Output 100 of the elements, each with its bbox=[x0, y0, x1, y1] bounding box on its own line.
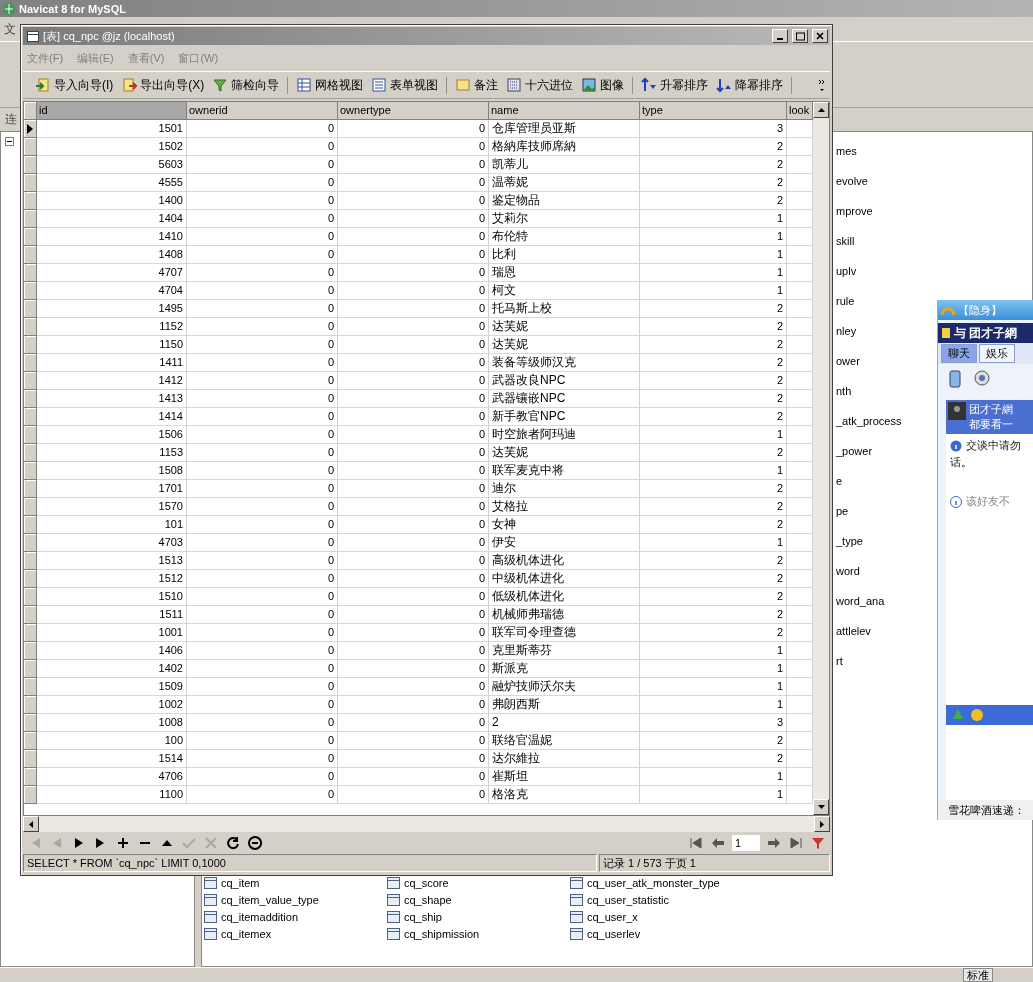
toolbar-button[interactable]: 筛检向导 bbox=[212, 76, 280, 94]
table-cell: 1 bbox=[640, 210, 787, 228]
navigation-button[interactable] bbox=[225, 835, 241, 851]
table-name[interactable]: mprove bbox=[836, 196, 873, 226]
table-name[interactable]: _type bbox=[836, 526, 863, 556]
table-cell bbox=[787, 606, 813, 624]
table-name[interactable]: skill bbox=[836, 226, 855, 256]
column-header[interactable]: name bbox=[489, 102, 640, 120]
vertical-scrollbar[interactable] bbox=[813, 102, 829, 815]
column-header[interactable]: id bbox=[37, 102, 187, 120]
scroll-down-button[interactable] bbox=[813, 799, 829, 815]
maximize-button[interactable] bbox=[792, 29, 808, 43]
navigation-button[interactable] bbox=[247, 835, 263, 851]
toolbar-button[interactable]: 备注 bbox=[455, 76, 499, 94]
column-header[interactable]: type bbox=[640, 102, 787, 120]
table-cell: 0 bbox=[338, 210, 489, 228]
table-cell: 1150 bbox=[37, 336, 187, 354]
table-cell: 0 bbox=[187, 282, 338, 300]
table-cell: 0 bbox=[338, 516, 489, 534]
table-name[interactable]: word_ana bbox=[836, 586, 885, 616]
table-cell bbox=[787, 480, 813, 498]
table-name[interactable]: e bbox=[836, 466, 843, 496]
toolbar-button[interactable]: 导入向导(I) bbox=[35, 76, 114, 94]
table-name[interactable]: cq_userlev bbox=[587, 927, 641, 940]
tab[interactable]: 连 bbox=[5, 111, 17, 128]
table-cell: 1400 bbox=[37, 192, 187, 210]
table-name[interactable]: _atk_process bbox=[836, 406, 902, 436]
page-input[interactable]: 1 bbox=[732, 835, 760, 851]
table-name[interactable]: uplv bbox=[836, 256, 857, 286]
table-cell: 1 bbox=[640, 264, 787, 282]
navigation-button[interactable] bbox=[115, 835, 131, 851]
taskbar-button[interactable]: 标准 bbox=[963, 968, 993, 982]
table-name[interactable]: word bbox=[836, 556, 860, 586]
table-name[interactable]: cq_itemex bbox=[221, 927, 272, 940]
column-header[interactable]: look bbox=[787, 102, 813, 120]
toolbar-button[interactable]: 导出向导(X) bbox=[121, 76, 205, 94]
table-name[interactable]: cq_item bbox=[221, 876, 260, 889]
table-cell: 0 bbox=[187, 624, 338, 642]
table-cell: 新手教官NPC bbox=[489, 408, 640, 426]
table-name[interactable]: pe bbox=[836, 496, 849, 526]
table-name[interactable]: cq_ship bbox=[404, 910, 442, 923]
table-name[interactable]: cq_itemaddition bbox=[221, 910, 299, 923]
table-name[interactable]: _power bbox=[836, 436, 873, 466]
table-cell: 0 bbox=[338, 588, 489, 606]
table-cell: 0 bbox=[187, 714, 338, 732]
table-cell: 低级机体进化 bbox=[489, 588, 640, 606]
table-cell: 0 bbox=[338, 120, 489, 138]
table-cell: 1512 bbox=[37, 570, 187, 588]
chat-tab[interactable]: 聊天 bbox=[941, 344, 977, 363]
table-name[interactable]: cq_shape bbox=[404, 893, 452, 906]
toolbar-button[interactable]: 降幂排序 bbox=[716, 76, 784, 94]
table-name[interactable]: cq_user_statistic bbox=[587, 893, 669, 906]
table-name[interactable]: mes bbox=[836, 136, 857, 166]
ad-text[interactable]: 雪花啤酒速递： bbox=[948, 802, 1025, 818]
horizontal-scrollbar[interactable] bbox=[23, 816, 830, 832]
table-name[interactable]: evolve bbox=[836, 166, 868, 196]
minimize-button[interactable] bbox=[772, 29, 788, 43]
table-name[interactable]: cq_shipmission bbox=[404, 927, 480, 940]
table-name[interactable]: cq_score bbox=[404, 876, 449, 889]
scroll-left-button[interactable] bbox=[23, 816, 39, 832]
column-header[interactable]: ownertype bbox=[338, 102, 489, 120]
scroll-right-button[interactable] bbox=[814, 816, 830, 832]
row-indicator[interactable] bbox=[24, 120, 37, 138]
table-cell: 2 bbox=[640, 480, 787, 498]
smiley-icon bbox=[970, 708, 984, 722]
first-page-button[interactable] bbox=[688, 835, 704, 851]
last-page-button[interactable] bbox=[788, 835, 804, 851]
toolbar-button[interactable]: 十六进位 bbox=[506, 76, 574, 94]
table-name[interactable]: cq_item_value_type bbox=[221, 893, 319, 906]
table-name[interactable]: rt bbox=[836, 646, 843, 676]
toolbar-button[interactable]: 表单视图 bbox=[371, 76, 439, 94]
toolbar-button[interactable]: 网格视图 bbox=[296, 76, 364, 94]
table-cell bbox=[787, 192, 813, 210]
scroll-up-button[interactable] bbox=[813, 102, 829, 118]
table-name[interactable]: cq_user_x bbox=[587, 910, 638, 923]
table-cell: 1510 bbox=[37, 588, 187, 606]
table-cell: 0 bbox=[187, 120, 338, 138]
table-cell: 0 bbox=[338, 372, 489, 390]
toolbar-button[interactable]: 升幂排序 bbox=[641, 76, 709, 94]
close-button[interactable] bbox=[812, 29, 828, 43]
table-name[interactable]: cq_user_atk_monster_type bbox=[587, 876, 720, 889]
table-cell: 0 bbox=[338, 192, 489, 210]
menu-item[interactable]: 文 bbox=[4, 20, 16, 38]
table-name[interactable]: attlelev bbox=[836, 616, 871, 646]
table-cell: 格納库技师席納 bbox=[489, 138, 640, 156]
table-name[interactable]: rule bbox=[836, 286, 855, 316]
column-header[interactable]: ownerid bbox=[187, 102, 338, 120]
chat-tab[interactable]: 娱乐 bbox=[979, 344, 1015, 363]
next-page-button[interactable] bbox=[766, 835, 782, 851]
table-cell bbox=[787, 300, 813, 318]
table-cell: 1701 bbox=[37, 480, 187, 498]
table-name[interactable]: nley bbox=[836, 316, 857, 346]
table-name[interactable]: ower bbox=[836, 346, 860, 376]
toolbar-button[interactable]: 图像 bbox=[581, 76, 625, 94]
table-cell: 柯文 bbox=[489, 282, 640, 300]
table-cell: 2 bbox=[640, 156, 787, 174]
table-cell: 艾莉尔 bbox=[489, 210, 640, 228]
table-name[interactable]: nth bbox=[836, 376, 852, 406]
message-input[interactable] bbox=[946, 725, 1033, 800]
table-cell bbox=[787, 354, 813, 372]
